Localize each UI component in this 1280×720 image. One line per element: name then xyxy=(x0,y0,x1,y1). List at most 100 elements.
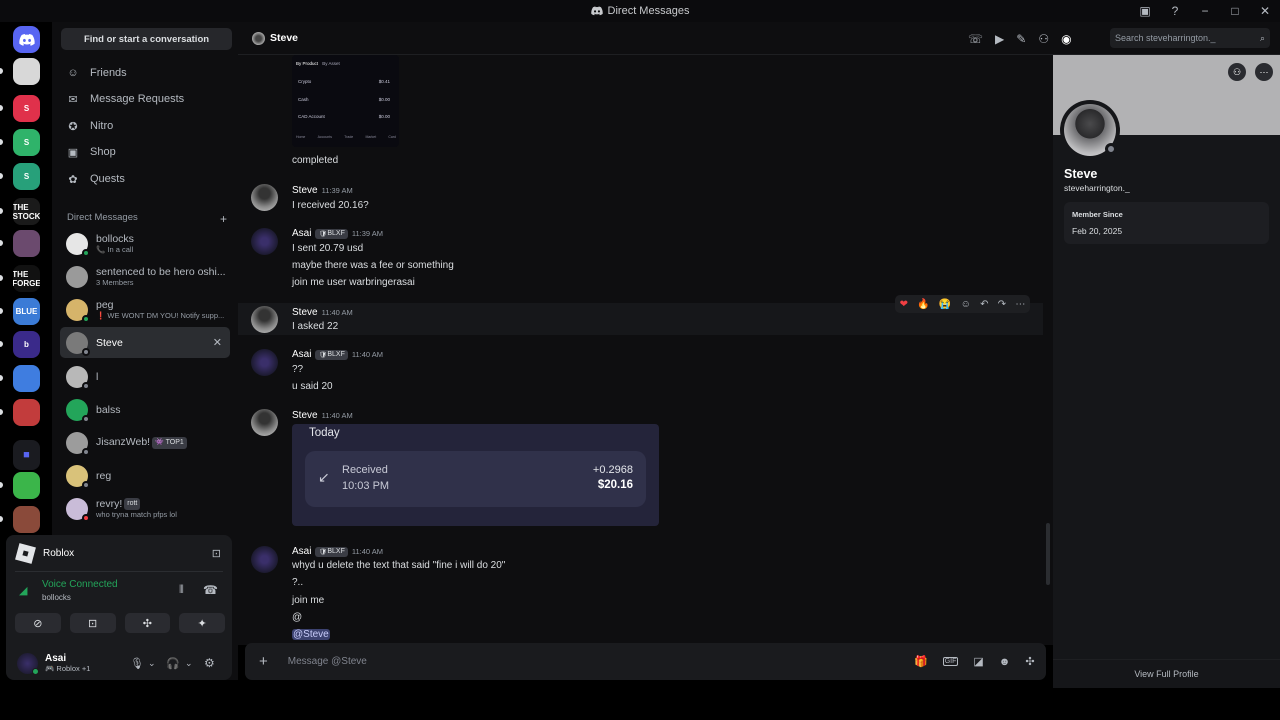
transaction-image[interactable]: Today ↙ Received 10:03 PM +0.2968 $20.16 xyxy=(292,424,659,526)
author-name[interactable]: Asai xyxy=(292,546,311,557)
author-name[interactable]: Steve xyxy=(292,410,318,421)
add-dm-button[interactable]: + xyxy=(220,212,227,226)
nav-item-quests[interactable]: ✿ Quests xyxy=(60,167,230,191)
server-icon-purple-b[interactable]: b xyxy=(13,331,40,358)
heart-reaction-icon[interactable]: ❤ xyxy=(900,299,908,310)
view-full-profile-link[interactable]: View Full Profile xyxy=(1053,659,1280,688)
profile-more-icon[interactable]: ⋯ xyxy=(1255,63,1273,81)
forward-icon[interactable]: ↷ xyxy=(998,299,1006,310)
help-icon[interactable]: ? xyxy=(1160,4,1190,18)
avatar[interactable] xyxy=(251,184,278,211)
noise-suppression-icon[interactable]: ⦀ xyxy=(179,584,184,597)
my-avatar[interactable] xyxy=(17,652,39,675)
author-name[interactable]: Steve xyxy=(292,185,318,196)
dm-item-5[interactable]: l xyxy=(60,361,230,392)
voice-status[interactable]: Voice Connected xyxy=(42,579,118,590)
server-icon-frog[interactable] xyxy=(13,472,40,499)
avatar[interactable] xyxy=(251,306,278,333)
gif-icon[interactable]: GIF xyxy=(942,657,959,666)
server-icon-photo[interactable] xyxy=(13,506,40,533)
attach-plus-icon[interactable]: + xyxy=(259,653,268,670)
headphones-icon[interactable]: 🎧 xyxy=(166,657,180,670)
screen-share-button[interactable]: ⊡ xyxy=(69,613,116,633)
dm-item-2[interactable]: sentenced to be hero oshi... 3 Members xyxy=(60,261,230,292)
apps-icon[interactable]: ✣ xyxy=(1025,655,1034,668)
emoji-icon[interactable]: ☻ xyxy=(999,656,1011,668)
profile-toggle-icon[interactable]: ◉ xyxy=(1061,32,1071,46)
attachment-preview[interactable]: By Product By Asset Crypto $0.41 Cash $0.0… xyxy=(292,55,399,147)
avatar[interactable] xyxy=(251,349,278,376)
reply-icon[interactable]: ↶ xyxy=(980,299,988,310)
message-composer[interactable]: + Message @Steve 🎁 GIF ◪ ☻ ✣ xyxy=(245,643,1046,680)
voice-call-icon[interactable]: ☏ xyxy=(968,32,983,46)
avatar[interactable] xyxy=(251,228,278,255)
disconnect-icon[interactable]: ☎ xyxy=(203,583,218,597)
voice-channel[interactable]: bollocks xyxy=(42,593,71,602)
sob-reaction-icon[interactable]: 😭 xyxy=(939,299,951,310)
mic-chevron-icon[interactable]: ⌄ xyxy=(148,658,156,669)
dm-item-7[interactable]: JisanzWeb! 👾 TOP1 xyxy=(60,427,230,458)
mic-icon[interactable]: 🎙 xyxy=(130,657,144,670)
server-icon-teal-s[interactable]: S xyxy=(13,163,40,190)
server-icon-bw-art[interactable] xyxy=(13,58,40,85)
nav-item-shop[interactable]: ▣ Shop xyxy=(60,140,230,164)
timestamp: 11:39 AM xyxy=(351,229,383,238)
chat-scrollbar[interactable] xyxy=(1046,523,1050,585)
clan-badge[interactable]: 🛡 BLXF xyxy=(315,546,348,557)
find-conversation-button[interactable]: Find or start a conversation xyxy=(61,28,232,50)
author-name[interactable]: Steve xyxy=(292,307,318,318)
server-icon-blue-game[interactable]: BLUE xyxy=(13,298,40,325)
mention[interactable]: @Steve xyxy=(292,629,330,640)
fire-reaction-icon[interactable]: 🔥 xyxy=(917,299,929,310)
clan-badge[interactable]: 🛡 BLXF xyxy=(315,228,348,239)
activities-button[interactable]: ✣ xyxy=(124,613,171,633)
server-icon-characters[interactable] xyxy=(13,399,40,426)
minimize-button[interactable]: − xyxy=(1190,4,1220,18)
server-icon-green-s[interactable]: S xyxy=(13,129,40,156)
inbox-icon[interactable]: ▣ xyxy=(1130,4,1160,18)
nav-item-nitro[interactable]: ✪ Nitro xyxy=(60,114,230,138)
sticker-icon[interactable]: ◪ xyxy=(973,655,983,668)
discord-logo-icon[interactable] xyxy=(13,26,40,53)
close-dm-icon[interactable]: ✕ xyxy=(213,336,222,349)
soundboard-button[interactable]: ✦ xyxy=(179,613,225,633)
server-icon-the-forge[interactable]: THE FORGE xyxy=(13,265,40,292)
dm-item-9[interactable]: revry! rott who tryna match pfps lol xyxy=(60,493,230,524)
add-friend-banner-icon[interactable]: ⚇ xyxy=(1228,63,1246,81)
more-icon[interactable]: ⋯ xyxy=(1015,299,1025,310)
dm-item-6[interactable]: balss xyxy=(60,394,230,425)
dm-item-3[interactable]: peg ❗ WE WONT DM YOU! Notify supp... xyxy=(60,294,230,325)
stream-activity-icon[interactable]: ⊡ xyxy=(212,547,221,560)
author-name[interactable]: Asai xyxy=(292,228,311,239)
gift-icon[interactable]: 🎁 xyxy=(914,655,928,668)
add-reaction-icon[interactable]: ☺ xyxy=(961,299,971,310)
camera-off-button[interactable]: ⊘ xyxy=(15,613,61,633)
add-friend-icon[interactable]: ⚇ xyxy=(1038,32,1049,46)
dm-item-1[interactable]: bollocks 📞 In a call xyxy=(60,228,230,259)
server-icon-the-stock[interactable]: THE STOCK xyxy=(13,198,40,225)
video-call-icon[interactable]: ▶ xyxy=(995,32,1004,46)
header-search-input[interactable]: Search steveharrington._ ⌕ xyxy=(1110,28,1270,48)
folder-icon[interactable]: ■ xyxy=(13,440,40,470)
server-icon-red-s[interactable]: S xyxy=(13,95,40,122)
avatar[interactable] xyxy=(251,409,278,436)
activity-name: Roblox xyxy=(43,547,75,559)
avatar[interactable] xyxy=(251,546,278,573)
author-name[interactable]: Asai xyxy=(292,349,311,360)
server-icon-anime[interactable] xyxy=(13,230,40,257)
nav-item-message-requests[interactable]: ✉ Message Requests xyxy=(60,87,230,111)
dm-item-8[interactable]: reg xyxy=(60,460,230,491)
settings-gear-icon[interactable]: ⚙ xyxy=(204,656,215,670)
pin-icon[interactable]: ✎ xyxy=(1016,32,1026,46)
headphones-chevron-icon[interactable]: ⌄ xyxy=(185,658,193,669)
nav-item-friends[interactable]: ☺ Friends xyxy=(60,61,230,85)
dm-item-4[interactable]: Steve ✕ xyxy=(60,327,230,358)
maximize-button[interactable]: □ xyxy=(1220,4,1250,18)
preview-tab-product: By Product xyxy=(296,61,319,66)
activity-row[interactable]: Roblox ⊡ xyxy=(6,535,232,571)
close-window-button[interactable]: ✕ xyxy=(1250,4,1280,18)
server-icon-anime-2[interactable] xyxy=(13,365,40,392)
clan-badge[interactable]: 🛡 BLXF xyxy=(315,349,348,360)
profile-avatar[interactable] xyxy=(1060,100,1120,160)
header-username[interactable]: Steve xyxy=(270,32,298,44)
